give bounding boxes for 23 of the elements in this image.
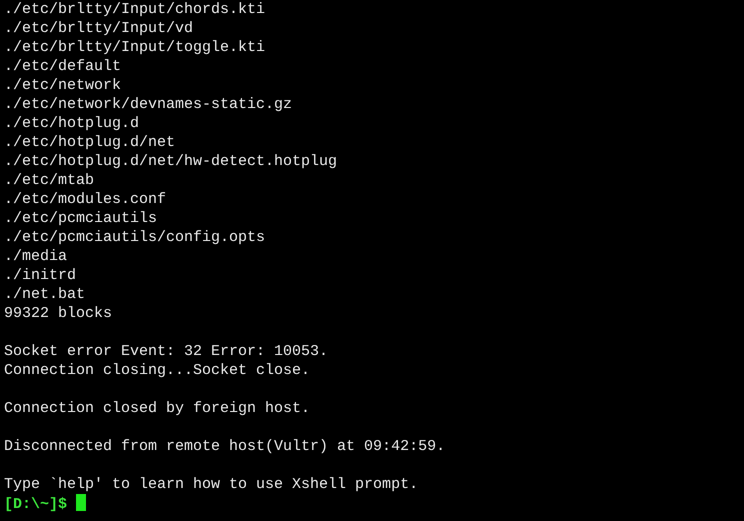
terminal-line: ./initrd <box>4 267 76 284</box>
terminal-line: ./etc/pcmciautils <box>4 210 158 227</box>
terminal-line: Socket error Event: 32 Error: 10053. <box>4 343 328 360</box>
terminal-line: ./etc/brltty/Input/vd <box>4 20 194 37</box>
terminal-line: Disconnected from remote host(Vultr) at 09:42:59. <box>4 438 446 455</box>
terminal-line: ./etc/pcmciautils/config.opts <box>4 229 266 246</box>
terminal-line: ./media <box>4 248 68 265</box>
terminal-line: 99322 blocks <box>4 305 112 322</box>
terminal-line: ./etc/network <box>4 77 122 94</box>
shell-prompt: [D:\~]$ <box>4 496 68 513</box>
terminal-line: ./etc/brltty/Input/chords.kti <box>4 1 266 18</box>
terminal-line: ./net.bat <box>4 286 86 303</box>
terminal-line: ./etc/modules.conf <box>4 191 166 208</box>
terminal-line: ./etc/hotplug.d <box>4 115 140 132</box>
terminal-line: ./etc/brltty/Input/toggle.kti <box>4 39 266 56</box>
terminal-line: ./etc/network/devnames-static.gz <box>4 96 292 113</box>
terminal-line: ./etc/hotplug.d/net/hw-detect.hotplug <box>4 153 338 170</box>
terminal-line: Type `help' to learn how to use Xshell prompt. <box>4 476 418 493</box>
terminal-line: Connection closing...Socket close. <box>4 362 310 379</box>
terminal-line: ./etc/default <box>4 58 122 75</box>
terminal-line: Connection closed by foreign host. <box>4 400 310 417</box>
terminal-line: ./etc/mtab <box>4 172 94 189</box>
terminal-line: ./etc/hotplug.d/net <box>4 134 176 151</box>
